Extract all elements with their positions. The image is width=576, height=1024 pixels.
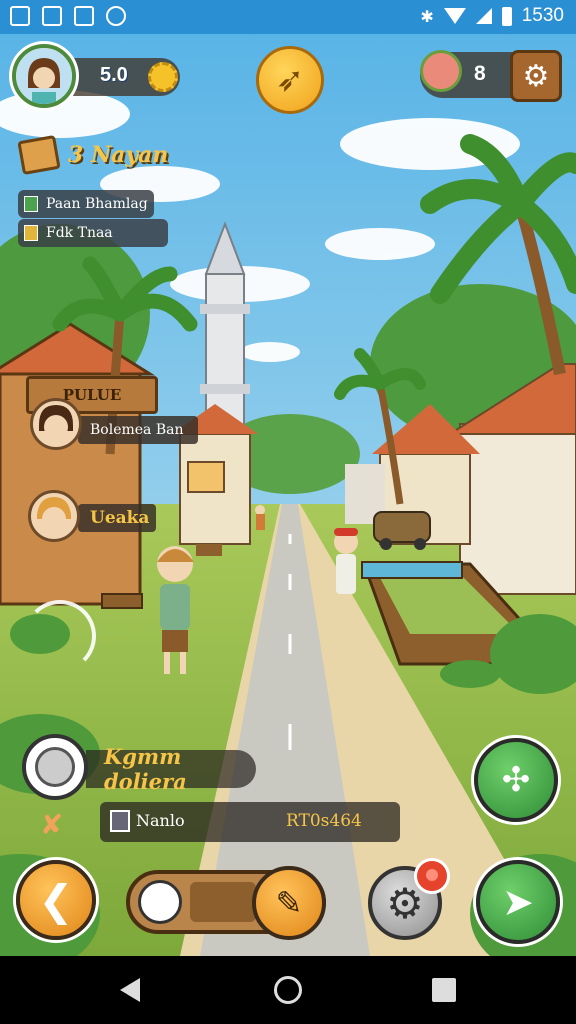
quest-button[interactable]: ➶ bbox=[256, 46, 324, 114]
slider-knob[interactable] bbox=[138, 880, 182, 924]
pet-icon bbox=[420, 50, 462, 92]
share-icon: ✣ bbox=[501, 760, 531, 800]
location-badge[interactable] bbox=[22, 734, 88, 800]
media-icon bbox=[74, 6, 94, 26]
send-icon: ➤ bbox=[502, 880, 534, 924]
document-icon bbox=[110, 810, 130, 832]
player-avatar[interactable] bbox=[12, 44, 76, 108]
notification-badge bbox=[414, 858, 450, 894]
tools-icon: ✘ bbox=[40, 808, 64, 841]
nav-recents-icon[interactable] bbox=[432, 978, 456, 1002]
sync-icon bbox=[106, 6, 126, 26]
clock: 1530 bbox=[521, 5, 564, 26]
npc-name: Ueaka bbox=[90, 508, 150, 528]
npc-nameplate[interactable]: Bolemea Ban bbox=[78, 416, 198, 444]
map-pin-icon bbox=[35, 747, 75, 787]
nav-back-icon[interactable] bbox=[120, 978, 140, 1002]
photo-icon bbox=[42, 6, 62, 26]
warn-icon bbox=[24, 225, 38, 241]
day-label: 3 Nayan bbox=[68, 142, 169, 168]
chevron-left-icon: ❮ bbox=[38, 875, 74, 925]
npc-face-icon bbox=[39, 405, 73, 439]
npc-portrait[interactable] bbox=[28, 490, 80, 542]
status-bar: ✱ 1530 bbox=[0, 0, 576, 34]
notification-icons bbox=[10, 6, 126, 26]
bluetooth-icon: ✱ bbox=[420, 6, 434, 26]
location-name: Kgmm doliera bbox=[86, 744, 256, 794]
item-name: Nanlo bbox=[136, 811, 185, 830]
gallery-icon bbox=[10, 6, 30, 26]
rocket-icon: ➶ bbox=[275, 60, 305, 100]
coin-icon bbox=[148, 62, 178, 92]
navigation-bar bbox=[0, 956, 576, 1024]
npc-face-icon bbox=[37, 497, 71, 531]
back-button[interactable]: ❮ bbox=[16, 860, 96, 940]
task-item[interactable]: Paan Bhamlag bbox=[18, 190, 154, 218]
settings-button[interactable]: ⚙ bbox=[510, 50, 562, 102]
pet-count: 8 bbox=[474, 62, 486, 85]
scroll-icon bbox=[17, 134, 61, 176]
day-counter: 3 Nayan bbox=[17, 134, 169, 176]
slider-track bbox=[190, 882, 256, 922]
nav-home-icon[interactable] bbox=[274, 976, 302, 1004]
npc-portrait[interactable] bbox=[30, 398, 82, 450]
edit-icon: ✎ bbox=[275, 884, 303, 922]
send-button[interactable]: ➤ bbox=[476, 860, 560, 944]
movement-joystick[interactable] bbox=[24, 600, 96, 672]
npc-nameplate[interactable]: Ueaka bbox=[78, 504, 156, 532]
edit-button[interactable]: ✎ bbox=[252, 866, 326, 940]
task-item[interactable]: Fdk Tnaa bbox=[18, 219, 168, 247]
check-icon bbox=[24, 196, 38, 212]
gear-icon: ⚙ bbox=[522, 58, 550, 94]
share-button[interactable]: ✣ bbox=[474, 738, 558, 822]
avatar-portrait-icon bbox=[16, 48, 72, 104]
item-info-bar[interactable]: ✘ Nanlo RT0s464 bbox=[40, 802, 400, 842]
task-label: Fdk Tnaa bbox=[46, 225, 113, 241]
npc-name: Bolemea Ban bbox=[90, 422, 184, 438]
battery-icon bbox=[501, 6, 512, 26]
task-label: Paan Bhamlag bbox=[46, 196, 148, 212]
signal-icon bbox=[475, 8, 492, 24]
item-code: RT0s464 bbox=[286, 811, 362, 831]
coin-value: 5.0 bbox=[100, 64, 128, 86]
wifi-icon bbox=[443, 8, 466, 24]
coin-counter: 5.0 bbox=[70, 58, 180, 96]
